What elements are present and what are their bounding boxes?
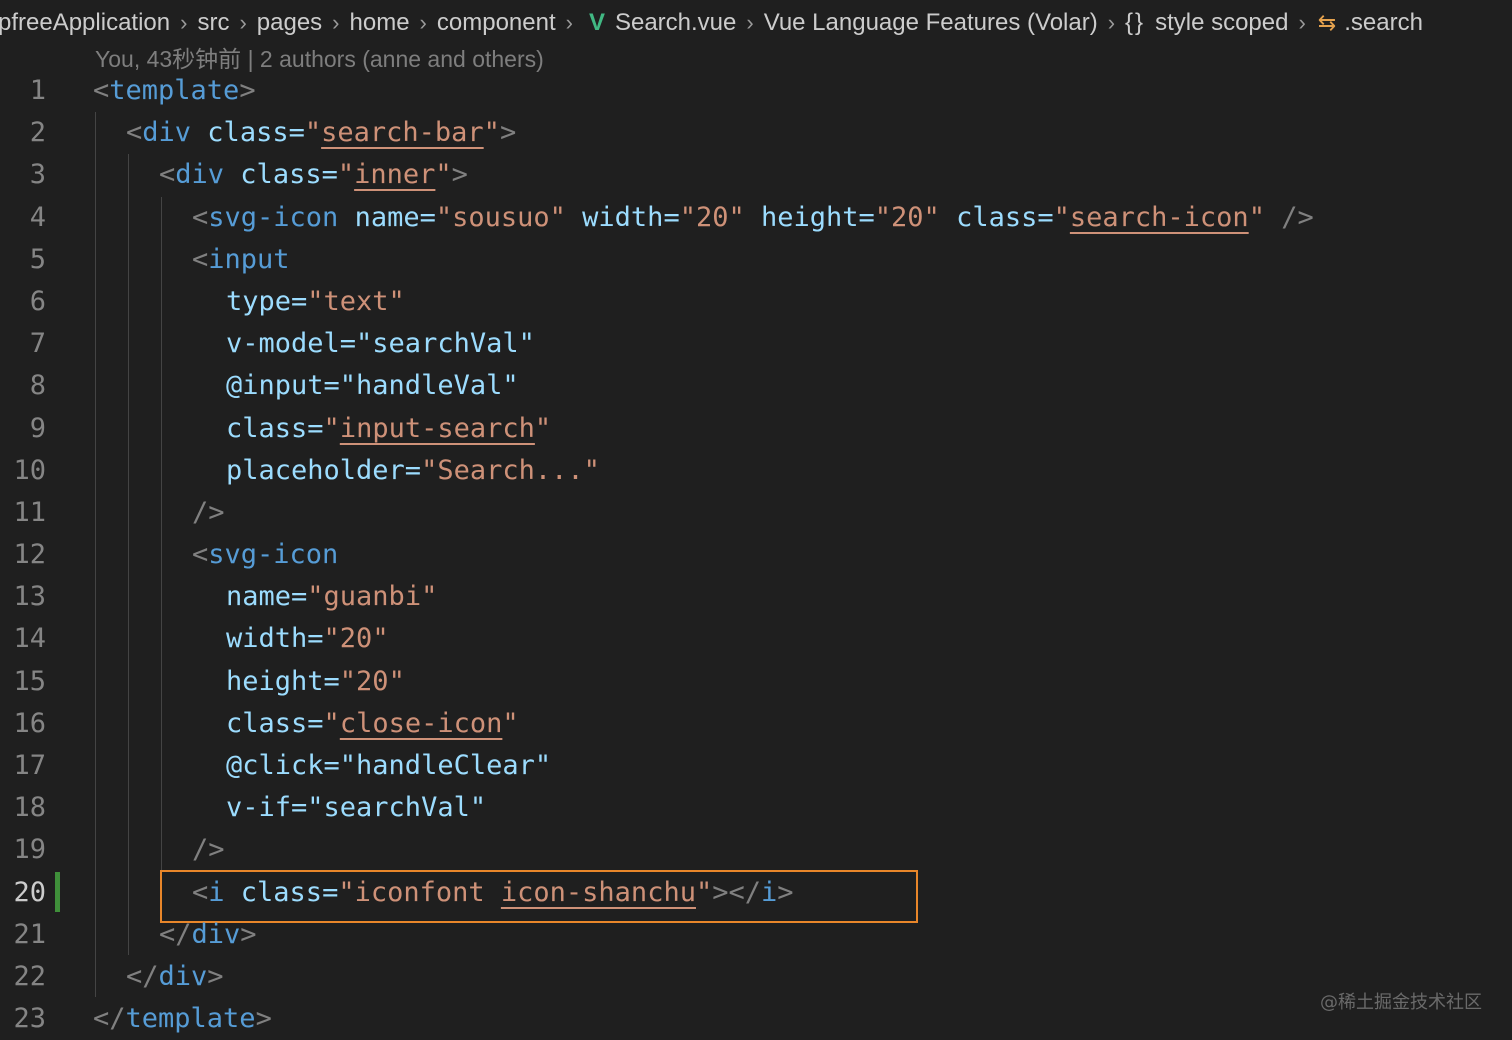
watermark: @稀土掘金技术社区 [1320,992,1482,1013]
line-number: 18 [13,792,46,824]
code-line[interactable]: 10 placeholder="Search..." [0,450,1512,492]
code-line[interactable]: 18 v-if="searchVal" [0,787,1512,829]
code-text: class="input-search" [226,412,552,444]
code-text: <svg-icon [192,539,339,571]
code-line[interactable]: 8 @input="handleVal" [0,365,1512,407]
breadcrumb-item-language[interactable]: Vue Language Features (Volar) [760,9,1102,37]
git-blame-annotation[interactable]: You, 43秒钟前 | 2 authors (anne and others) [95,40,544,72]
chevron-right-icon: › [1107,10,1116,35]
code-text: name="guanbi" [226,581,438,613]
line-number: 8 [29,370,46,402]
code-line[interactable]: 14 width="20" [0,618,1512,660]
code-text: </div> [126,960,224,992]
chevron-right-icon: › [419,10,427,35]
line-number: 14 [13,623,46,655]
code-line[interactable]: 23 </template> [0,998,1512,1040]
code-line[interactable]: 6 type="text" [0,281,1512,323]
line-number: 21 [13,918,46,950]
code-line[interactable]: 2 <div class="search-bar"> [0,112,1512,154]
code-line[interactable]: 7 v-model="searchVal" [0,323,1512,365]
line-number: 13 [13,581,46,613]
line-number: 10 [13,454,46,486]
code-line[interactable]: 17 @click="handleClear" [0,745,1512,787]
code-text: v-if="searchVal" [226,792,487,824]
line-number: 23 [13,1003,46,1035]
code-line[interactable]: 4 <svg-icon name="sousuo" width="20" hei… [0,197,1512,239]
line-number: 15 [13,665,46,697]
symbol-class-icon: ⇆ [1317,10,1337,35]
line-number: 19 [13,834,46,866]
chevron-right-icon: › [1298,10,1306,35]
code-text: </div> [159,918,257,950]
code-line[interactable]: 13 name="guanbi" [0,576,1512,618]
chevron-right-icon: › [746,10,754,35]
line-number: 16 [13,707,46,739]
code-line[interactable]: 1 <template> [0,70,1512,112]
code-text: <i class="iconfont icon-shanchu"></i> [192,876,794,908]
vue-logo-icon: V [588,9,605,36]
line-number: 3 [29,159,46,191]
line-number: 17 [13,750,46,781]
code-text: class="close-icon" [226,707,519,739]
code-line-highlighted[interactable]: 20 <i class="iconfont icon-shanchu"></i> [0,872,1512,914]
line-number: 9 [29,412,46,444]
breadcrumb-item-src[interactable]: src [193,9,233,37]
code-line[interactable]: 15 height="20" [0,661,1512,703]
breadcrumb-item-pages[interactable]: pages [253,9,326,37]
code-text: width="20" [226,623,389,655]
code-line[interactable]: 5 <input [0,239,1512,281]
code-line[interactable]: 21 </div> [0,914,1512,956]
code-line[interactable]: 12 <svg-icon [0,534,1512,576]
line-number: 6 [29,285,46,317]
breadcrumb-item-project[interactable]: pfreeApplication [0,9,174,37]
line-number: 11 [13,496,46,528]
code-text: <input [192,243,290,275]
breadcrumb-item-file[interactable]: Search.vue [611,9,740,37]
line-number: 7 [29,328,46,360]
code-text: <div class="search-bar"> [126,117,517,149]
code-line[interactable]: 11 /> [0,492,1512,534]
code-text: height="20" [226,665,405,697]
line-number: 1 [29,75,46,106]
line-number: 20 [13,876,46,908]
line-number: 5 [29,243,46,275]
chevron-right-icon: › [565,10,573,35]
code-text: <div class="inner"> [159,159,468,191]
code-text: /> [192,496,225,528]
code-text: v-model="searchVal" [226,328,535,360]
chevron-right-icon: › [332,10,340,35]
chevron-right-icon: › [239,10,247,35]
line-number: 2 [29,117,46,149]
breadcrumb-item-style[interactable]: style scoped [1151,9,1292,37]
line-number: 12 [13,539,46,571]
braces-icon: {} [1125,9,1146,36]
breadcrumb-item-home[interactable]: home [346,9,414,37]
code-line[interactable]: 3 <div class="inner"> [0,154,1512,196]
code-text: </template> [93,1003,272,1035]
code-text: placeholder="Search..." [226,454,600,486]
code-line[interactable]: 22 </div> [0,956,1512,998]
code-line[interactable]: 19 /> [0,829,1512,871]
code-text: /> [192,834,225,866]
code-line[interactable]: 9 class="input-search" [0,408,1512,450]
code-text: @click="handleClear" [226,750,552,781]
breadcrumb-item-component[interactable]: component [433,9,560,37]
chevron-right-icon: › [180,10,188,35]
code-text: type="text" [226,285,405,317]
line-number: 22 [13,960,46,992]
breadcrumb-item-selector[interactable]: .search [1340,9,1427,37]
code-line[interactable]: 16 class="close-icon" [0,703,1512,745]
code-text: <svg-icon name="sousuo" width="20" heigh… [192,201,1314,233]
line-number: 4 [29,201,46,233]
code-editor[interactable]: 1 <template> 2 <div class="search-bar"> … [0,70,1512,1040]
code-text: @input="handleVal" [226,370,519,402]
code-text: <template> [93,75,256,106]
